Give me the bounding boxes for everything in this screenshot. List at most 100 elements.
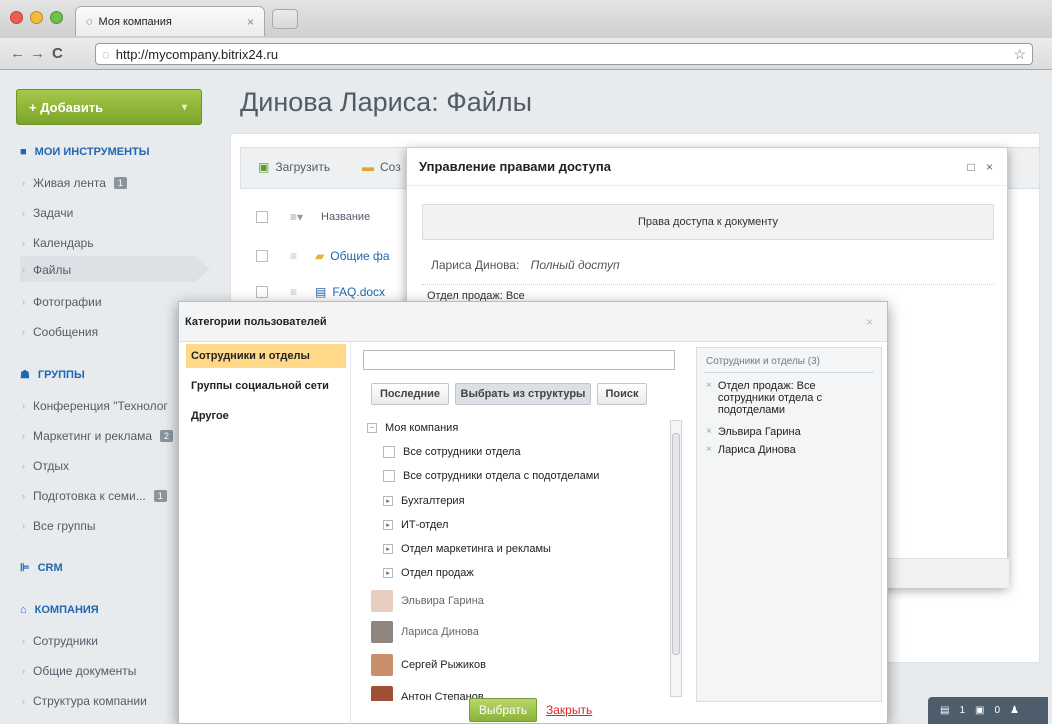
sidebar-section-tools[interactable]: ■ МОИ ИНСТРУМЕНТЫ — [20, 146, 150, 158]
home-icon: ⌂ — [20, 604, 27, 616]
expand-icon[interactable]: ▸ — [383, 496, 393, 506]
browser-tab[interactable]: ◌ Моя компания × — [75, 6, 265, 36]
upload-icon: ▣ — [258, 160, 270, 174]
counter-badge: 1 — [113, 177, 127, 189]
menu-icon[interactable]: ≡▾ — [290, 210, 303, 224]
sidebar-item-files[interactable]: › Файлы — [22, 263, 71, 277]
messenger-bar: ▤ 1 ▣ 0 ♟ — [928, 697, 1048, 724]
sidebar-item-messages[interactable]: › Сообщения — [22, 325, 98, 339]
contacts-icon[interactable]: ♟ — [1010, 705, 1019, 716]
word-file-icon: ▤ — [315, 285, 327, 299]
table-row[interactable]: ≡ ▤ FAQ.docx — [256, 285, 385, 299]
new-tab-button[interactable] — [272, 9, 298, 29]
tree-root[interactable]: − Моя компания — [367, 422, 458, 434]
close-icon[interactable]: × — [866, 315, 873, 329]
tab-recent[interactable]: Последние — [371, 383, 449, 405]
address-bar[interactable]: ◌ http://mycompany.bitrix24.ru ☆ — [95, 43, 1033, 65]
tree-department[interactable]: ▸ Отдел маркетинга и рекламы — [383, 543, 551, 555]
bullet-icon: › — [22, 461, 25, 471]
sidebar-item-group[interactable]: › Конференция "Технолог — [22, 399, 168, 413]
upload-button[interactable]: ▣ Загрузить — [258, 160, 330, 174]
sidebar-item-group[interactable]: › Подготовка к семи... 1 — [22, 489, 167, 503]
category-social-groups[interactable]: Группы социальной сети — [186, 374, 346, 398]
bookmark-icon: ■ — [20, 146, 27, 158]
group-icon: ☗ — [20, 369, 30, 381]
tree-person[interactable]: Антон Степанов — [371, 686, 484, 701]
category-other[interactable]: Другое — [186, 404, 346, 428]
avatar — [371, 654, 393, 676]
avatar — [371, 686, 393, 701]
checkbox[interactable] — [383, 446, 395, 458]
tree-person[interactable]: Лариса Динова — [371, 621, 479, 643]
reload-icon[interactable]: C — [52, 45, 63, 62]
category-list — [179, 342, 351, 724]
tab-close-icon[interactable]: × — [247, 15, 254, 29]
tree-department[interactable]: ▸ Отдел продаж — [383, 567, 474, 579]
menu-icon[interactable]: ≡ — [290, 285, 297, 299]
counter-badge: 1 — [153, 490, 167, 502]
tab-search[interactable]: Поиск — [597, 383, 647, 405]
category-employees[interactable]: Сотрудники и отделы — [186, 344, 346, 368]
sidebar-item-structure[interactable]: › Структура компании — [22, 694, 147, 708]
sidebar-item-all-groups[interactable]: › Все группы — [22, 519, 96, 533]
bullet-icon: › — [22, 178, 25, 188]
user-categories-dialog: Категории пользователей × Сотрудники и о… — [178, 301, 888, 724]
remove-icon[interactable]: × — [706, 380, 712, 416]
sidebar-item-photos[interactable]: › Фотографии — [22, 295, 102, 309]
chat-icon[interactable]: ▤ — [940, 705, 949, 716]
tree-person[interactable]: Сергей Рыжиков — [371, 654, 486, 676]
create-button[interactable]: ▬ Соз — [362, 160, 401, 174]
minimize-window-icon[interactable] — [30, 11, 43, 24]
tree-option[interactable]: Все сотрудники отдела — [383, 446, 521, 458]
notification-icon[interactable]: ▣ — [975, 705, 984, 716]
sidebar-item-employees[interactable]: › Сотрудники — [22, 634, 98, 648]
remove-icon[interactable]: × — [706, 444, 712, 456]
dialog-controls[interactable]: □ × — [967, 160, 997, 174]
url-text: http://mycompany.bitrix24.ru — [115, 46, 279, 62]
sidebar-section-company[interactable]: ⌂ КОМПАНИЯ — [20, 604, 99, 616]
table-row[interactable]: ≡ ▰ Общие фа — [256, 249, 390, 263]
select-all-checkbox[interactable] — [256, 211, 268, 223]
add-button[interactable]: + Добавить ▾ — [16, 89, 202, 125]
tab-structure[interactable]: Выбрать из структуры — [455, 383, 591, 405]
sidebar-item-live-feed[interactable]: › Живая лента 1 — [22, 176, 127, 190]
row-checkbox[interactable] — [256, 286, 268, 298]
bullet-icon: › — [22, 696, 25, 706]
dialog-title: Категории пользователей — [185, 315, 327, 328]
maximize-window-icon[interactable] — [50, 11, 63, 24]
search-input[interactable] — [363, 350, 675, 370]
tree-option[interactable]: Все сотрудники отдела с подотделами — [383, 470, 599, 482]
sidebar-section-crm[interactable]: ⊫ CRM — [20, 561, 63, 575]
forward-icon[interactable]: → — [30, 45, 45, 62]
expand-icon[interactable]: ▸ — [383, 568, 393, 578]
sidebar-item-group[interactable]: › Отдых — [22, 459, 69, 473]
sidebar-item-group[interactable]: › Маркетинг и реклама 2 — [22, 429, 174, 443]
expand-icon[interactable]: ▸ — [383, 544, 393, 554]
collapse-icon[interactable]: − — [367, 423, 377, 433]
chevron-down-icon: ▾ — [181, 101, 187, 113]
back-icon[interactable]: ← — [10, 45, 25, 62]
globe-icon: ◌ — [102, 46, 110, 62]
dialog-header: Категории пользователей × — [179, 302, 887, 342]
expand-icon[interactable]: ▸ — [383, 520, 393, 530]
checkbox[interactable] — [383, 470, 395, 482]
tree-person[interactable]: Эльвира Гарина — [371, 590, 484, 612]
row-checkbox[interactable] — [256, 250, 268, 262]
bookmark-star-icon[interactable]: ☆ — [1013, 46, 1026, 63]
sidebar-section-groups[interactable]: ☗ ГРУППЫ — [20, 368, 85, 382]
menu-icon[interactable]: ≡ — [290, 249, 297, 263]
close-link[interactable]: Закрыть — [546, 703, 592, 717]
tree-department[interactable]: ▸ Бухгалтерия — [383, 495, 465, 507]
close-window-icon[interactable] — [10, 11, 23, 24]
scrollbar-thumb[interactable] — [672, 433, 680, 655]
sidebar-item-tasks[interactable]: › Задачи — [22, 206, 73, 220]
bullet-icon: › — [22, 491, 25, 501]
select-button[interactable]: Выбрать — [469, 698, 537, 722]
bullet-icon: › — [22, 238, 25, 248]
tree-department[interactable]: ▸ ИТ-отдел — [383, 519, 448, 531]
remove-icon[interactable]: × — [706, 426, 712, 438]
sidebar-item-shared-docs[interactable]: › Общие документы — [22, 664, 136, 678]
bullet-icon: › — [22, 327, 25, 337]
sidebar-item-calendar[interactable]: › Календарь — [22, 236, 94, 250]
chat-count: 1 — [959, 705, 966, 716]
